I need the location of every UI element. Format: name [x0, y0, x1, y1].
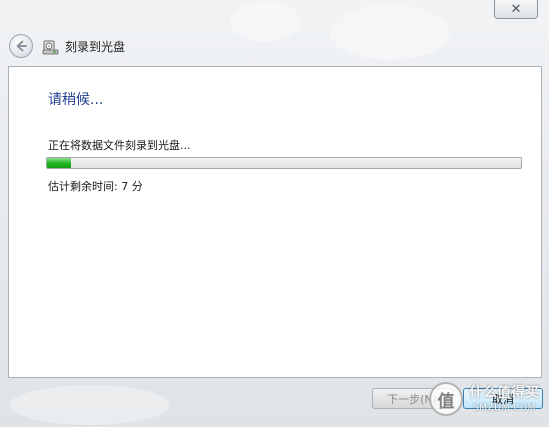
cancel-button[interactable]: 取消: [463, 388, 543, 409]
status-text: 正在将数据文件刻录到光盘...: [48, 139, 191, 152]
disc-burner-icon: [42, 40, 59, 54]
time-remaining-text: 估计剩余时间: 7 分: [48, 180, 143, 193]
close-button[interactable]: ✕: [494, 0, 538, 19]
button-bar: 下一步(N) 取消: [0, 378, 549, 427]
window-title: 刻录到光盘: [65, 39, 126, 54]
progress-bar: [46, 157, 522, 169]
frame-background-pattern: [230, 2, 300, 42]
dialog-window: ✕ 刻录到光盘 请稍候... 正在将数据文件刻录到光盘... 估计剩余时间: 7…: [0, 0, 549, 427]
next-button[interactable]: 下一步(N): [372, 388, 452, 409]
close-icon: ✕: [510, 1, 522, 17]
back-button[interactable]: [9, 34, 33, 58]
content-panel: 请稍候... 正在将数据文件刻录到光盘... 估计剩余时间: 7 分: [8, 66, 542, 378]
back-arrow-icon: [16, 40, 27, 52]
frame-background-pattern: [330, 5, 450, 60]
page-heading: 请稍候...: [48, 92, 104, 108]
title-area: 刻录到光盘: [42, 35, 125, 57]
progress-fill: [47, 158, 71, 168]
